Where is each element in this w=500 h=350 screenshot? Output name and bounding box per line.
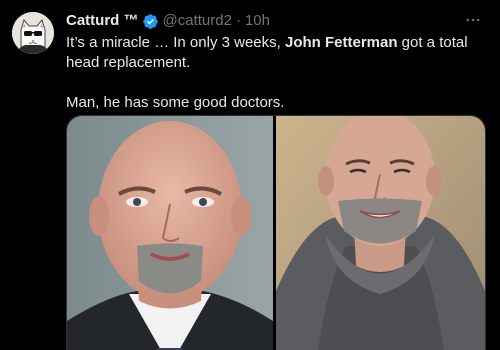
tweet-photo-2[interactable] <box>276 116 485 350</box>
more-options-button[interactable] <box>462 10 484 30</box>
author-avatar[interactable] <box>12 12 54 54</box>
tweet-text-paragraph-1: It’s a miracle … In only 3 weeks, John F… <box>66 33 486 73</box>
tweet-text: It’s a miracle … In only 3 weeks, John F… <box>66 33 486 113</box>
photo-hoodie-man <box>276 116 485 350</box>
photo-suit-man <box>67 116 273 350</box>
tweet-timestamp[interactable]: 10h <box>245 11 270 31</box>
tweet-photo-1[interactable] <box>67 116 273 350</box>
cat-avatar-image <box>12 12 54 54</box>
author-handle[interactable]: @catturd2 <box>163 11 232 31</box>
tweet-text-part: It’s a miracle … In only 3 weeks, <box>66 34 285 51</box>
tweet[interactable]: Catturd ™ @catturd2 · 10h It’s a miracle… <box>0 0 500 350</box>
author-name[interactable]: Catturd ™ <box>66 11 139 31</box>
tweet-text-paragraph-2: Man, he has some good doctors. <box>66 94 285 111</box>
tweet-media-grid <box>66 115 486 350</box>
tweet-header: Catturd ™ @catturd2 · 10h <box>66 11 460 31</box>
tweet-text-bold-name: John Fetterman <box>284 34 398 51</box>
header-separator: · <box>235 12 241 29</box>
verified-badge-icon <box>142 13 159 30</box>
ellipsis-icon <box>466 18 480 22</box>
